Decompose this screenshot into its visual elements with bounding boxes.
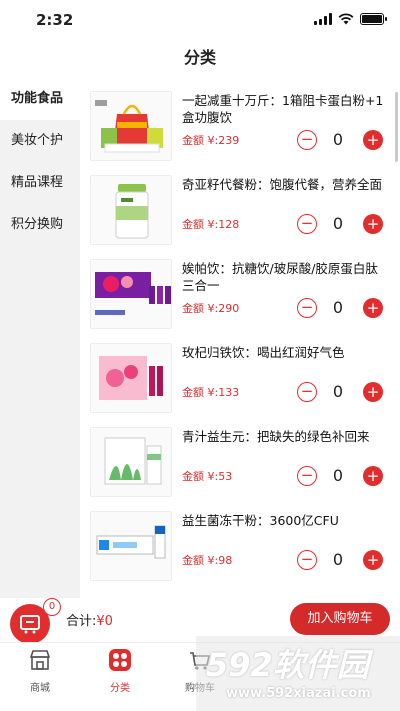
product-list[interactable]: 一起减重十万斤：1箱阻卡蛋白粉+1盒功腹饮 金额 ¥:239 − 0 + 奇亚籽…: [80, 78, 400, 598]
quantity-stepper: − 0 +: [297, 550, 385, 570]
purple-box-product-image: [90, 259, 172, 329]
cart-count-badge: 0: [43, 598, 61, 616]
quantity-value: 0: [332, 298, 344, 317]
product-name[interactable]: 青汁益生元：把缺失的绿色补回来: [182, 428, 390, 445]
decrease-button[interactable]: −: [297, 550, 317, 570]
cart-icon: [20, 615, 40, 634]
product-price: 金额 ¥:290: [182, 302, 240, 315]
tab-label: 分类: [110, 683, 130, 694]
quantity-value: 0: [332, 466, 344, 485]
quantity-stepper: − 0 +: [297, 466, 385, 486]
product-name[interactable]: 玫杞归铁饮：喝出红润好气色: [182, 344, 390, 361]
sidebar-item-courses[interactable]: 精品课程: [0, 162, 80, 204]
quantity-stepper: − 0 +: [297, 382, 385, 402]
sidebar-item-points-exchange[interactable]: 积分换购: [0, 204, 80, 246]
product-price: 金额 ¥:53: [182, 470, 233, 483]
decrease-button[interactable]: −: [297, 466, 317, 486]
watermark: 592软件园 www.592xiazai.com: [196, 636, 400, 711]
quantity-value: 0: [332, 214, 344, 233]
quantity-value: 0: [332, 550, 344, 569]
product-price: 金额 ¥:98: [182, 554, 233, 567]
list-item[interactable]: 一起减重十万斤：1箱阻卡蛋白粉+1盒功腹饮 金额 ¥:239 − 0 +: [90, 84, 390, 168]
quantity-value: 0: [332, 382, 344, 401]
tab-store[interactable]: 商城: [10, 649, 70, 694]
product-price: 金额 ¥:128: [182, 218, 240, 231]
increase-button[interactable]: +: [363, 466, 383, 486]
product-name[interactable]: 一起减重十万斤：1箱阻卡蛋白粉+1盒功腹饮: [182, 92, 390, 126]
battery-icon: [360, 13, 387, 25]
decrease-button[interactable]: −: [297, 298, 317, 318]
status-time: 2:32: [36, 11, 74, 29]
tab-category[interactable]: 分类: [90, 649, 150, 694]
decrease-button[interactable]: −: [297, 382, 317, 402]
status-bar: 2:32: [0, 0, 400, 40]
quantity-stepper: − 0 +: [297, 214, 385, 234]
quantity-stepper: − 0 +: [297, 130, 385, 150]
watermark-url: www.592xiazai.com: [226, 686, 371, 701]
category-sidebar: 功能食品 美妆个护 精品课程 积分换购: [0, 78, 80, 598]
wifi-icon: [338, 13, 354, 25]
status-icons: [314, 13, 387, 25]
list-item[interactable]: 青汁益生元：把缺失的绿色补回来 金额 ¥:53 − 0 +: [90, 420, 390, 504]
product-name[interactable]: 娭帕饮：抗糖饮/玻尿酸/胶原蛋白肽三合一: [182, 260, 390, 294]
product-price: 金额 ¥:239: [182, 134, 240, 147]
product-name[interactable]: 益生菌冻干粉：3600亿CFU: [182, 512, 390, 529]
blue-box-product-image: [90, 511, 172, 581]
list-item[interactable]: 玫杞归铁饮：喝出红润好气色 金额 ¥:133 − 0 +: [90, 336, 390, 420]
decrease-button[interactable]: −: [297, 214, 317, 234]
scrollbar[interactable]: [395, 92, 398, 162]
quantity-value: 0: [332, 130, 344, 149]
increase-button[interactable]: +: [363, 130, 383, 150]
product-price: 金额 ¥:133: [182, 386, 240, 399]
total-value: ¥0: [96, 614, 113, 629]
category-icon: [109, 649, 131, 671]
green-box-product-image: [90, 427, 172, 497]
green-jar-product-image: [90, 175, 172, 245]
decrease-button[interactable]: −: [297, 130, 317, 150]
add-to-cart-button[interactable]: 加入购物车: [290, 603, 390, 635]
signal-icon: [314, 13, 332, 25]
list-item[interactable]: 娭帕饮：抗糖饮/玻尿酸/胶原蛋白肽三合一 金额 ¥:290 − 0 +: [90, 252, 390, 336]
product-name[interactable]: 奇亚籽代餐粉：饱腹代餐，营养全面: [182, 176, 390, 193]
watermark-logo: 592软件园: [206, 646, 369, 684]
sidebar-item-functional-food[interactable]: 功能食品: [0, 78, 80, 120]
increase-button[interactable]: +: [363, 214, 383, 234]
total-label: 合计:: [66, 614, 97, 629]
increase-button[interactable]: +: [363, 550, 383, 570]
list-item[interactable]: 奇亚籽代餐粉：饱腹代餐，营养全面 金额 ¥:128 − 0 +: [90, 168, 390, 252]
store-icon: [29, 650, 51, 670]
sidebar-item-beauty-care[interactable]: 美妆个护: [0, 120, 80, 162]
page-title: 分类: [183, 48, 216, 67]
list-item[interactable]: 益生菌冻干粉：3600亿CFU 金额 ¥:98 − 0 +: [90, 504, 390, 588]
increase-button[interactable]: +: [363, 298, 383, 318]
gift-bag-product-image: [90, 91, 172, 161]
increase-button[interactable]: +: [363, 382, 383, 402]
tab-label: 商城: [30, 683, 50, 694]
pink-box-product-image: [90, 343, 172, 413]
quantity-stepper: − 0 +: [297, 298, 385, 318]
total-amount: 合计:¥0: [66, 610, 113, 629]
